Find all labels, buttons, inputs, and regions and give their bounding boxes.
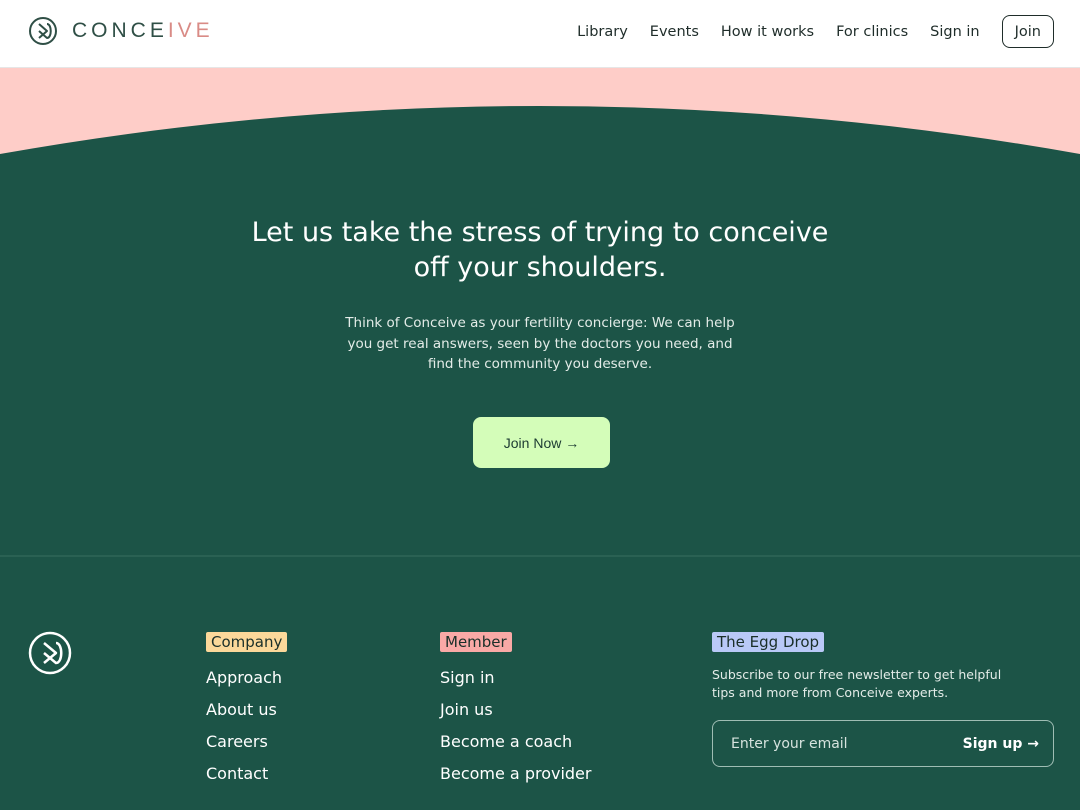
nav-how-it-works[interactable]: How it works bbox=[721, 24, 814, 40]
nav-library[interactable]: Library bbox=[577, 24, 628, 40]
footer-link-become-provider[interactable]: Become a provider bbox=[440, 764, 591, 784]
join-now-button[interactable]: Join Now → bbox=[473, 417, 610, 468]
company-heading: Company bbox=[206, 632, 288, 652]
newsletter-form: Sign up → bbox=[712, 720, 1054, 767]
nav-events[interactable]: Events bbox=[650, 24, 699, 40]
main-nav: Library Events How it works For clinics … bbox=[555, 15, 1054, 48]
join-button[interactable]: Join bbox=[1001, 15, 1054, 48]
nav-sign-in[interactable]: Sign in bbox=[930, 24, 979, 40]
footer-company-column: Company Approach About us Careers Contac… bbox=[206, 632, 288, 796]
footer-link-contact[interactable]: Contact bbox=[206, 764, 287, 784]
brand-wordmark: CONCEIVE bbox=[72, 19, 214, 42]
conceive-logo[interactable]: CONCEIVE bbox=[28, 16, 214, 46]
newsletter-heading: The Egg Drop bbox=[712, 632, 825, 652]
footer-link-approach[interactable]: Approach bbox=[206, 668, 287, 688]
hero-title: Let us take the stress of trying to conc… bbox=[251, 217, 829, 283]
hero-section: Let us take the stress of trying to conc… bbox=[0, 160, 1080, 555]
hero-curve bbox=[0, 106, 1080, 168]
sign-up-button[interactable]: Sign up → bbox=[963, 736, 1039, 752]
hero-subtitle: Think of Conceive as your fertility conc… bbox=[345, 315, 735, 372]
footer-link-careers[interactable]: Careers bbox=[206, 732, 287, 752]
site-footer: Company Approach About us Careers Contac… bbox=[0, 557, 1080, 810]
footer-link-sign-in[interactable]: Sign in bbox=[440, 668, 591, 688]
email-input[interactable] bbox=[731, 735, 951, 752]
newsletter-description: Subscribe to our free newsletter to get … bbox=[712, 667, 1002, 700]
conceive-logo-icon bbox=[28, 631, 72, 675]
conceive-logo-icon bbox=[29, 17, 57, 45]
footer-link-join-us[interactable]: Join us bbox=[440, 700, 591, 720]
footer-logo[interactable] bbox=[28, 631, 72, 679]
footer-newsletter-column: The Egg Drop Subscribe to our free newsl… bbox=[712, 632, 1054, 767]
footer-link-become-coach[interactable]: Become a coach bbox=[440, 732, 591, 752]
site-header: CONCEIVE Library Events How it works For… bbox=[0, 0, 1080, 68]
nav-for-clinics[interactable]: For clinics bbox=[836, 24, 908, 40]
member-heading: Member bbox=[440, 632, 512, 652]
footer-member-column: Member Sign in Join us Become a coach Be… bbox=[440, 632, 591, 796]
footer-link-about-us[interactable]: About us bbox=[206, 700, 287, 720]
